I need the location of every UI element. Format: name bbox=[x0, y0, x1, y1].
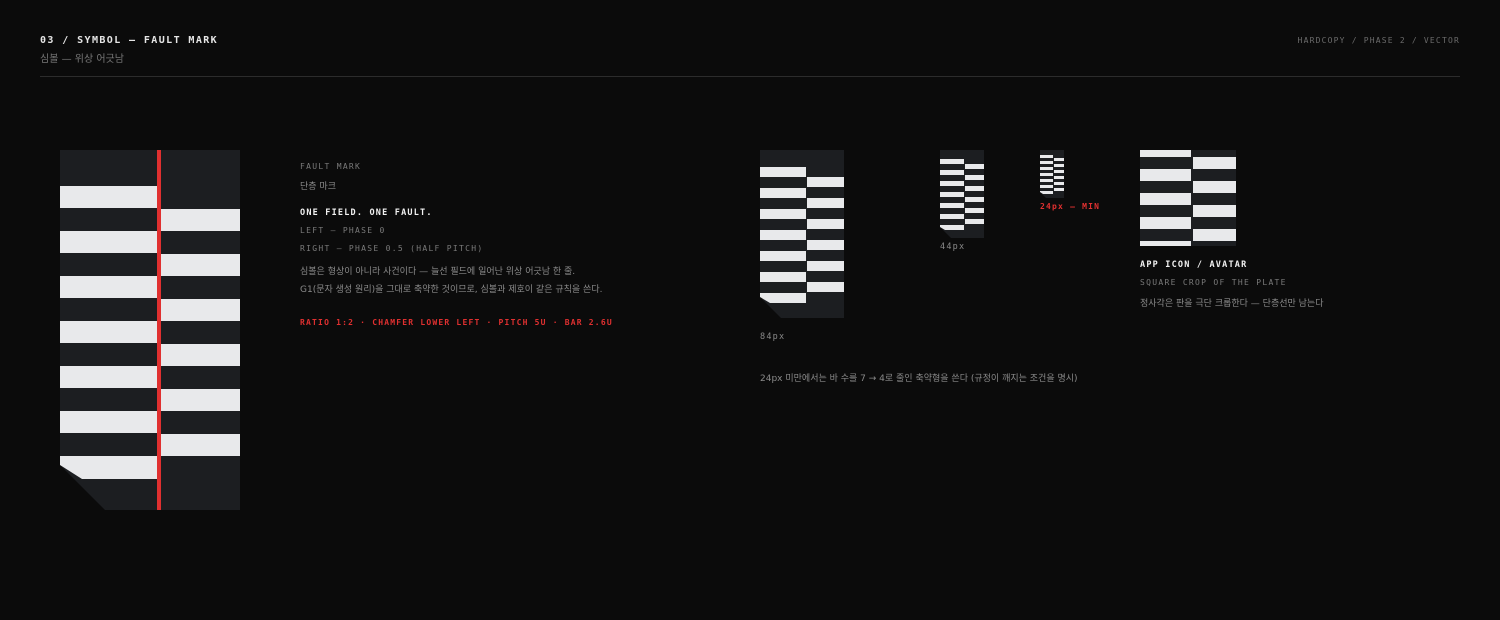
mark-headline: ONE FIELD. ONE FAULT. bbox=[300, 208, 433, 218]
fault-mark-84 bbox=[760, 150, 844, 318]
size-label-84: 84px bbox=[760, 332, 786, 342]
fault-mark-44 bbox=[940, 150, 984, 238]
fault-mark-24 bbox=[1040, 150, 1064, 198]
mark-description-2: G1(문자 생성 원리)을 그대로 축약한 것이므로, 심볼과 제호이 같은 규… bbox=[300, 285, 603, 295]
mark-label: FAULT MARK bbox=[300, 162, 362, 171]
right-spec: RIGHT — PHASE 0.5 (HALF PITCH) bbox=[300, 244, 484, 253]
header-divider bbox=[40, 76, 1460, 77]
page-meta: HARDCOPY / PHASE 2 / VECTOR bbox=[1297, 36, 1460, 45]
mark-label-kr: 단층 마크 bbox=[300, 182, 336, 192]
app-icon-subtitle: SQUARE CROP OF THE PLATE bbox=[1140, 278, 1287, 287]
page-subtitle: 심볼 — 위상 어긋남 bbox=[40, 54, 124, 65]
mark-description-1: 심볼은 형상이 아니라 사건이다 — 늘선 필드에 일어난 위상 어긋남 한 줄… bbox=[300, 267, 576, 277]
fault-line bbox=[157, 150, 161, 510]
app-icon-mark bbox=[1140, 150, 1236, 246]
app-icon-description: 정사각은 판을 극단 크롭한다 — 단층선만 남는다 bbox=[1140, 299, 1324, 309]
page-title: 03 / SYMBOL — FAULT MARK bbox=[40, 35, 219, 46]
size-label-24-min: 24px — MIN bbox=[1040, 202, 1101, 211]
app-icon-title: APP ICON / AVATAR bbox=[1140, 260, 1248, 270]
size-label-44: 44px bbox=[940, 242, 966, 252]
size-note: 24px 미만에서는 바 수를 7 → 4로 줄인 축약형을 쓴다 (규정이 깨… bbox=[760, 374, 1078, 384]
fault-mark-large bbox=[60, 150, 240, 510]
left-spec: LEFT — PHASE 0 bbox=[300, 226, 386, 235]
mark-spec-line: RATIO 1:2 · CHAMFER LOWER LEFT · PITCH 5… bbox=[300, 318, 613, 327]
